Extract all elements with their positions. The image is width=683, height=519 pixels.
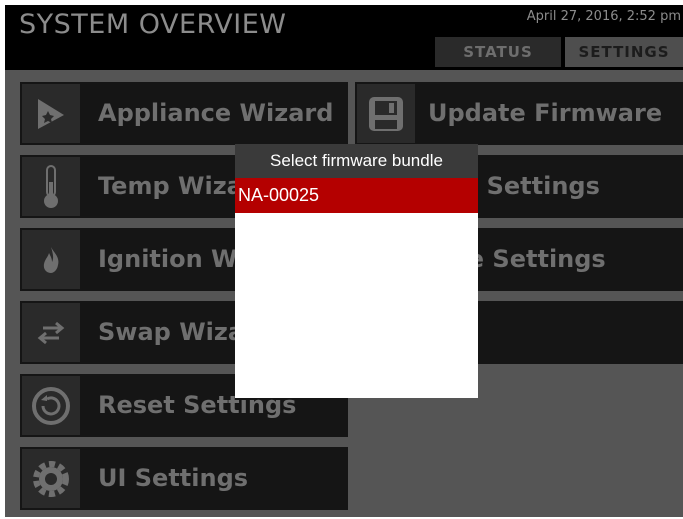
ignition-wizard-label: Ignition Wi xyxy=(98,245,246,273)
page-title: SYSTEM OVERVIEW xyxy=(19,9,287,40)
temp-wizard-label: Temp Wiza xyxy=(98,172,243,200)
floppy-disk-icon xyxy=(357,84,415,143)
datetime-label: April 27, 2016, 2:52 pm xyxy=(526,9,681,24)
ui-settings-button[interactable]: UI Settings xyxy=(20,447,348,510)
ui-settings-label: UI Settings xyxy=(98,464,249,492)
update-firmware-label: Update Firmware xyxy=(428,99,663,127)
appliance-wizard-button[interactable]: Appliance Wizard xyxy=(20,82,348,145)
firmware-bundle-option[interactable]: NA-00025 xyxy=(235,178,478,213)
dialog-title: Select firmware bundle xyxy=(235,144,478,178)
appliance-wizard-label: Appliance Wizard xyxy=(98,99,334,127)
flame-icon xyxy=(22,230,80,289)
tab-status[interactable]: STATUS xyxy=(435,37,561,67)
swap-arrows-icon xyxy=(22,303,80,362)
thermometer-icon xyxy=(22,157,80,216)
reset-icon xyxy=(22,376,80,435)
tab-settings[interactable]: SETTINGS xyxy=(565,37,683,67)
app-screen: SYSTEM OVERVIEW April 27, 2016, 2:52 pm … xyxy=(5,5,683,517)
update-firmware-button[interactable]: Update Firmware xyxy=(355,82,683,145)
header: SYSTEM OVERVIEW April 27, 2016, 2:52 pm … xyxy=(5,5,683,70)
swap-wizard-label: Swap Wiza xyxy=(98,318,245,346)
firmware-bundle-dialog: Select firmware bundle NA-00025 xyxy=(235,144,478,398)
appliance-wizard-icon xyxy=(22,84,80,143)
gear-icon xyxy=(22,449,80,508)
